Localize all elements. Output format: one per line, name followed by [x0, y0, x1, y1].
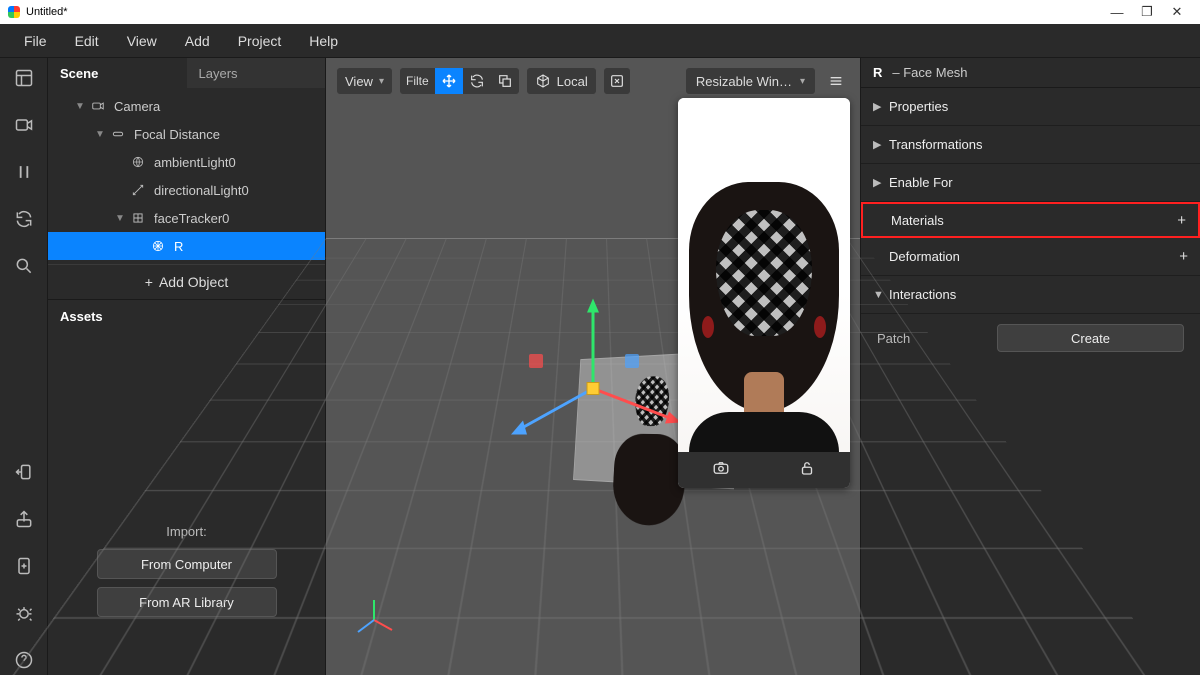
add-object-button[interactable]: + Add Object [48, 264, 325, 300]
close-button[interactable]: ✕ [1162, 4, 1192, 20]
bug-icon[interactable] [14, 603, 34, 628]
focal-icon [108, 127, 128, 141]
subject-shoulders [689, 412, 839, 452]
add-deformation-button[interactable]: + [1179, 248, 1188, 265]
inspector-header: R – Face Mesh [861, 58, 1200, 88]
section-label: Materials [891, 213, 944, 228]
simulator-toolbar [678, 452, 850, 488]
app-logo-icon [8, 6, 20, 18]
tree-label: faceTracker0 [154, 211, 229, 226]
tree-directional-light[interactable]: directionalLight0 [48, 176, 325, 204]
plus-icon: + [145, 274, 153, 290]
section-label: Transformations [889, 137, 982, 152]
search-icon[interactable] [14, 256, 34, 281]
tab-scene[interactable]: Scene [48, 58, 187, 88]
chevron-down-icon[interactable]: ▼ [112, 213, 128, 224]
section-materials[interactable]: Materials + [861, 202, 1200, 238]
object-name: R [873, 65, 882, 80]
send-to-device-icon[interactable] [14, 462, 34, 487]
rotate-tool-button[interactable] [463, 68, 491, 94]
chevron-right-icon: ▶ [873, 100, 889, 113]
chevron-down-icon[interactable]: ▼ [92, 129, 108, 140]
globe-icon [128, 155, 148, 169]
menu-view[interactable]: View [113, 33, 171, 49]
section-interactions[interactable]: ▼Interactions [861, 276, 1200, 314]
simulator-video [678, 98, 850, 452]
tree-label: Camera [114, 99, 160, 114]
scene-tree: ▼ Camera ▼ Focal Distance ambientLight0 … [48, 88, 325, 264]
add-material-button[interactable]: + [1177, 212, 1186, 229]
filter-button[interactable]: Filte [400, 68, 435, 94]
viewport[interactable]: View Filte Local Resizable Win… ▾ [326, 58, 860, 675]
close-overlay-button[interactable] [603, 67, 631, 95]
tree-ambient-light[interactable]: ambientLight0 [48, 148, 325, 176]
simulator-preset-dropdown[interactable]: Resizable Win… ▾ [685, 67, 816, 95]
tree-label: R [174, 239, 183, 254]
lock-icon[interactable] [798, 459, 816, 482]
menu-help[interactable]: Help [295, 33, 352, 49]
object-type: – Face Mesh [892, 65, 967, 80]
section-enable-for[interactable]: ▶Enable For [861, 164, 1200, 202]
simulator-menu-button[interactable] [822, 67, 850, 95]
section-label: Deformation [889, 249, 960, 264]
camera-icon [88, 99, 108, 113]
section-label: Properties [889, 99, 948, 114]
add-to-device-icon[interactable] [14, 556, 34, 581]
titlebar: Untitled* — ❐ ✕ [0, 0, 1200, 24]
axis-indicator-icon [352, 598, 396, 647]
face-mesh-checker [716, 210, 812, 336]
chevron-down-icon: ▾ [800, 76, 805, 87]
transform-gizmo[interactable] [493, 289, 693, 494]
window-title: Untitled* [26, 6, 68, 18]
manipulation-mode-segment: Filte [399, 67, 520, 95]
menu-add[interactable]: Add [171, 33, 224, 49]
simulator-panel[interactable] [678, 98, 850, 488]
left-icon-rail [0, 58, 48, 675]
chevron-right-icon: ▶ [873, 176, 889, 189]
light-icon [128, 183, 148, 197]
section-properties[interactable]: ▶Properties [861, 88, 1200, 126]
menu-file[interactable]: File [10, 33, 61, 49]
menubar: File Edit View Add Project Help [0, 24, 1200, 58]
earring-right [814, 316, 826, 338]
view-dropdown[interactable]: View [336, 67, 393, 95]
tree-label: ambientLight0 [154, 155, 236, 170]
section-deformation[interactable]: Deformation + [861, 238, 1200, 276]
tree-camera[interactable]: ▼ Camera [48, 92, 325, 120]
add-object-label: Add Object [159, 274, 228, 290]
video-icon[interactable] [14, 115, 34, 140]
layout-icon[interactable] [14, 68, 34, 93]
chevron-down-icon[interactable]: ▼ [72, 101, 88, 112]
coordinate-space-button[interactable]: Local [526, 67, 597, 95]
refresh-icon[interactable] [14, 209, 34, 234]
menu-project[interactable]: Project [224, 33, 296, 49]
tab-layers[interactable]: Layers [187, 58, 326, 88]
local-label: Local [557, 74, 588, 89]
facetracker-icon [128, 211, 148, 225]
tree-facetracker[interactable]: ▼ faceTracker0 [48, 204, 325, 232]
sim-preset-label: Resizable Win… [696, 74, 792, 89]
tree-face-mesh-r[interactable]: R [48, 232, 325, 260]
menu-edit[interactable]: Edit [61, 33, 113, 49]
chevron-right-icon: ▶ [873, 138, 889, 151]
section-transformations[interactable]: ▶Transformations [861, 126, 1200, 164]
tree-focal-distance[interactable]: ▼ Focal Distance [48, 120, 325, 148]
share-icon[interactable] [14, 509, 34, 534]
mesh-icon [148, 239, 168, 253]
scale-tool-button[interactable] [491, 68, 519, 94]
tree-label: Focal Distance [134, 127, 220, 142]
move-tool-button[interactable] [435, 68, 463, 94]
viewport-toolbar: View Filte Local Resizable Win… ▾ [336, 66, 850, 96]
section-label: Enable For [889, 175, 953, 190]
tree-label: directionalLight0 [154, 183, 249, 198]
create-patch-button[interactable]: Create [997, 324, 1184, 352]
pause-icon[interactable] [14, 162, 34, 187]
chevron-right-icon [875, 214, 891, 226]
minimize-button[interactable]: — [1102, 5, 1132, 20]
maximize-button[interactable]: ❐ [1132, 4, 1162, 20]
capture-icon[interactable] [712, 459, 730, 482]
earring-left [702, 316, 714, 338]
